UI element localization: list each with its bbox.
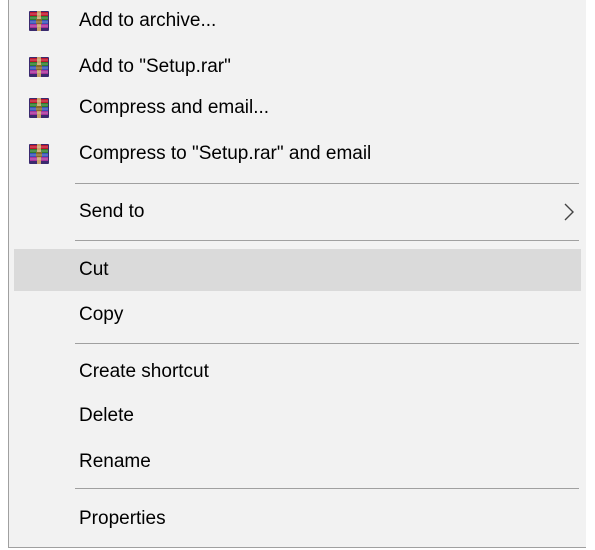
menu-item-add-to-setup-rar[interactable]: Add to "Setup.rar" xyxy=(14,48,581,86)
menu-item-cut[interactable]: Cut xyxy=(14,249,581,291)
menu-separator xyxy=(75,240,579,241)
menu-item-label: Delete xyxy=(79,405,134,426)
menu-separator xyxy=(75,343,579,344)
menu-item-label: Rename xyxy=(79,451,151,472)
menu-item-compress-and-email[interactable]: Compress and email... xyxy=(14,89,581,127)
menu-separator xyxy=(75,488,579,489)
menu-item-label: Properties xyxy=(79,508,166,529)
menu-item-label: Compress and email... xyxy=(79,97,270,118)
menu-item-compress-to-setup-rar-and-email[interactable]: Compress to "Setup.rar" and email xyxy=(14,135,581,173)
winrar-archive-icon xyxy=(27,55,51,79)
menu-item-rename[interactable]: Rename xyxy=(14,441,581,483)
menu-item-label: Add to archive... xyxy=(79,10,217,31)
menu-item-label: Create shortcut xyxy=(79,361,209,382)
winrar-archive-icon xyxy=(27,9,51,33)
menu-item-label: Cut xyxy=(79,259,109,280)
menu-separator xyxy=(75,183,579,184)
menu-item-delete[interactable]: Delete xyxy=(14,395,581,437)
menu-item-label: Add to "Setup.rar" xyxy=(79,56,231,77)
winrar-archive-icon xyxy=(27,96,51,120)
menu-item-label: Compress to "Setup.rar" and email xyxy=(79,143,372,164)
menu-item-create-shortcut[interactable]: Create shortcut xyxy=(14,351,581,393)
menu-item-label: Copy xyxy=(79,304,124,325)
menu-item-properties[interactable]: Properties xyxy=(14,497,581,541)
menu-item-add-to-archive[interactable]: Add to archive... xyxy=(14,2,581,40)
context-menu: Add to archive... Add to "Setup.rar" Com… xyxy=(8,0,586,548)
menu-item-label: Send to xyxy=(79,201,145,222)
chevron-right-icon xyxy=(564,203,574,221)
menu-item-send-to[interactable]: Send to xyxy=(14,192,581,232)
winrar-archive-icon xyxy=(27,142,51,166)
menu-item-copy[interactable]: Copy xyxy=(14,294,581,336)
